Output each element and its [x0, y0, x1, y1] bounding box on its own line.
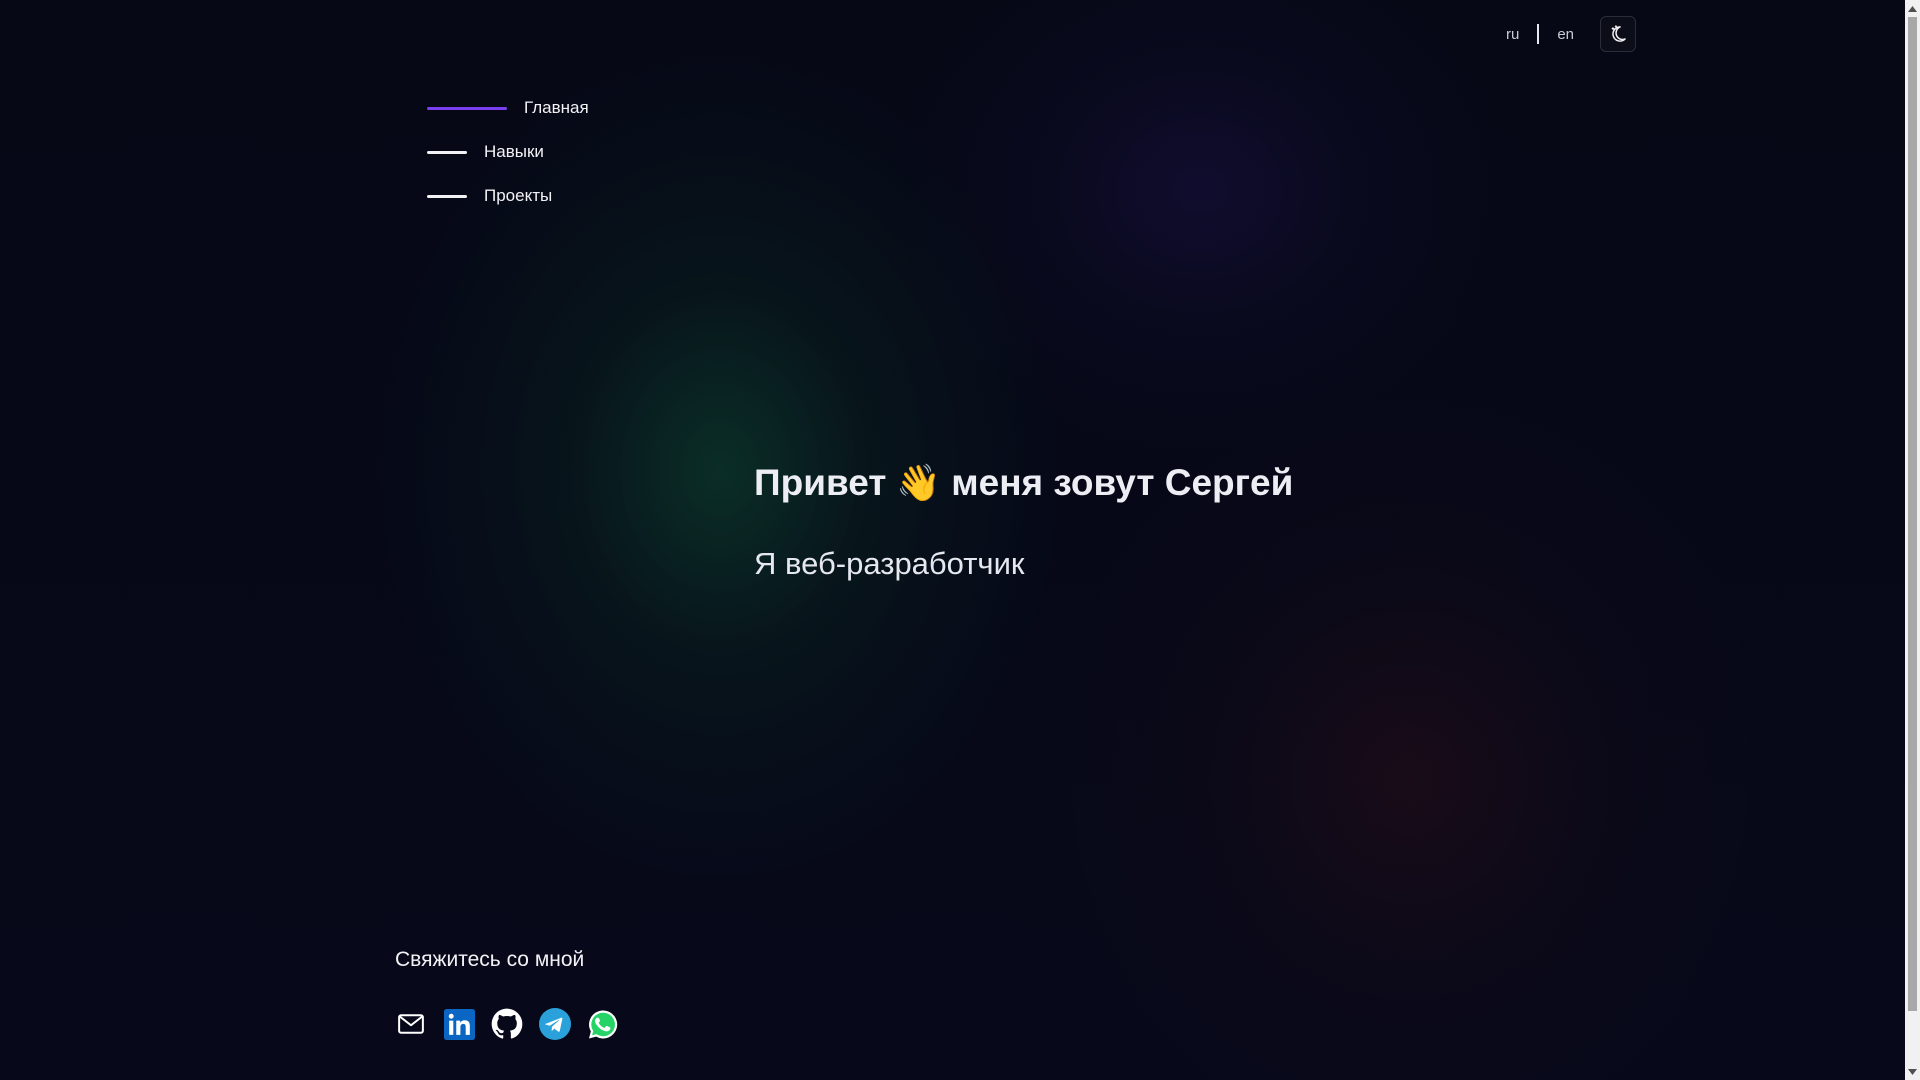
moon-stars-icon [1611, 25, 1626, 42]
telegram-icon[interactable] [539, 1008, 571, 1040]
github-icon[interactable] [491, 1008, 523, 1040]
nav-item-label: Навыки [484, 142, 544, 161]
theme-toggle-button[interactable] [1600, 16, 1636, 52]
lang-ru-link[interactable]: ru [1502, 26, 1523, 43]
page: ru en Главная Навыки Проекты Привет 👋 ме… [0, 0, 1905, 1080]
nav-indicator-active [427, 106, 507, 110]
lang-divider [1537, 24, 1540, 44]
scrollbar-thumb[interactable] [1908, 17, 1917, 1011]
hero-title: Привет 👋 меня зовут Сергей [754, 462, 1293, 504]
nav-item-home[interactable]: Главная [427, 86, 589, 130]
side-nav: Главная Навыки Проекты [427, 86, 589, 218]
hero: Привет 👋 меня зовут Сергей Я веб-разрабо… [754, 462, 1293, 582]
waving-hand-icon: 👋 [896, 462, 942, 503]
hero-name: меня зовут Сергей [951, 462, 1294, 503]
nav-indicator [427, 194, 467, 198]
nav-indicator [427, 150, 467, 154]
scroll-up-arrow-icon[interactable] [1905, 0, 1920, 17]
hero-greeting: Привет [754, 462, 887, 503]
contact-icons [395, 1008, 619, 1040]
hero-subtitle: Я веб-разработчик [754, 546, 1025, 581]
scroll-down-arrow-icon[interactable] [1905, 1063, 1920, 1080]
linkedin-icon[interactable] [443, 1008, 475, 1040]
contacts-section: Свяжитесь со мной [395, 948, 619, 1040]
nav-item-label: Проекты [484, 186, 553, 205]
mail-icon[interactable] [395, 1008, 427, 1040]
whatsapp-icon[interactable] [587, 1008, 619, 1040]
nav-item-label: Главная [524, 98, 589, 117]
nav-item-skills[interactable]: Навыки [427, 130, 589, 174]
contacts-title: Свяжитесь со мной [395, 948, 585, 971]
top-controls: ru en [1502, 16, 1636, 52]
lang-en-link[interactable]: en [1553, 26, 1578, 43]
page-scrollbar[interactable] [1905, 0, 1920, 1080]
nav-item-projects[interactable]: Проекты [427, 174, 589, 218]
